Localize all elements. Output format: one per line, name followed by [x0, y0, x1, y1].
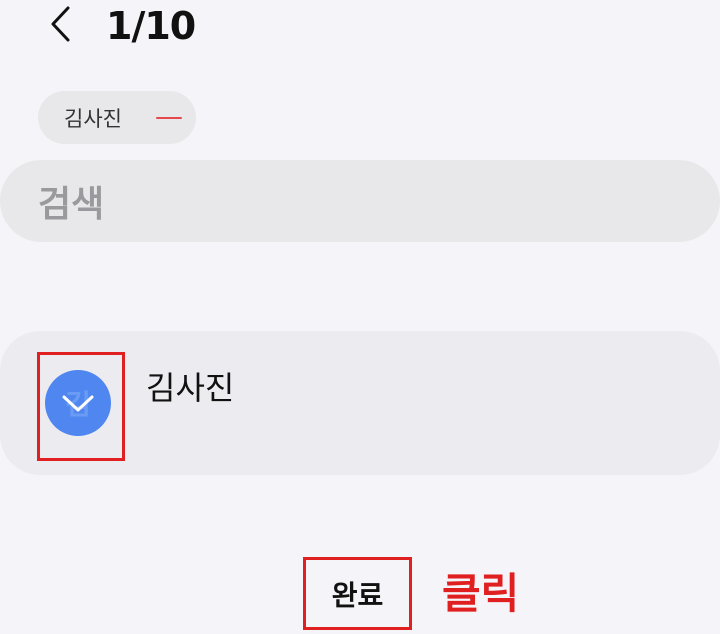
chip-label: 김사진: [64, 106, 122, 131]
check-icon: [62, 395, 94, 412]
click-annotation: 클릭: [442, 569, 520, 618]
chip-remove-button[interactable]: [155, 108, 183, 128]
search-input[interactable]: 검색: [0, 160, 720, 242]
contact-checkbox[interactable]: 김: [45, 370, 111, 436]
contact-name: 김사진: [146, 369, 235, 407]
selected-contact-chip[interactable]: 김사진: [38, 91, 196, 144]
selection-counter: 1/10: [106, 4, 196, 48]
chevron-left-icon: [48, 5, 72, 47]
back-button[interactable]: [40, 4, 80, 48]
minus-icon: [156, 117, 182, 119]
done-button[interactable]: 완료: [303, 557, 412, 630]
done-label: 완료: [331, 578, 384, 612]
search-placeholder: 검색: [38, 184, 105, 225]
